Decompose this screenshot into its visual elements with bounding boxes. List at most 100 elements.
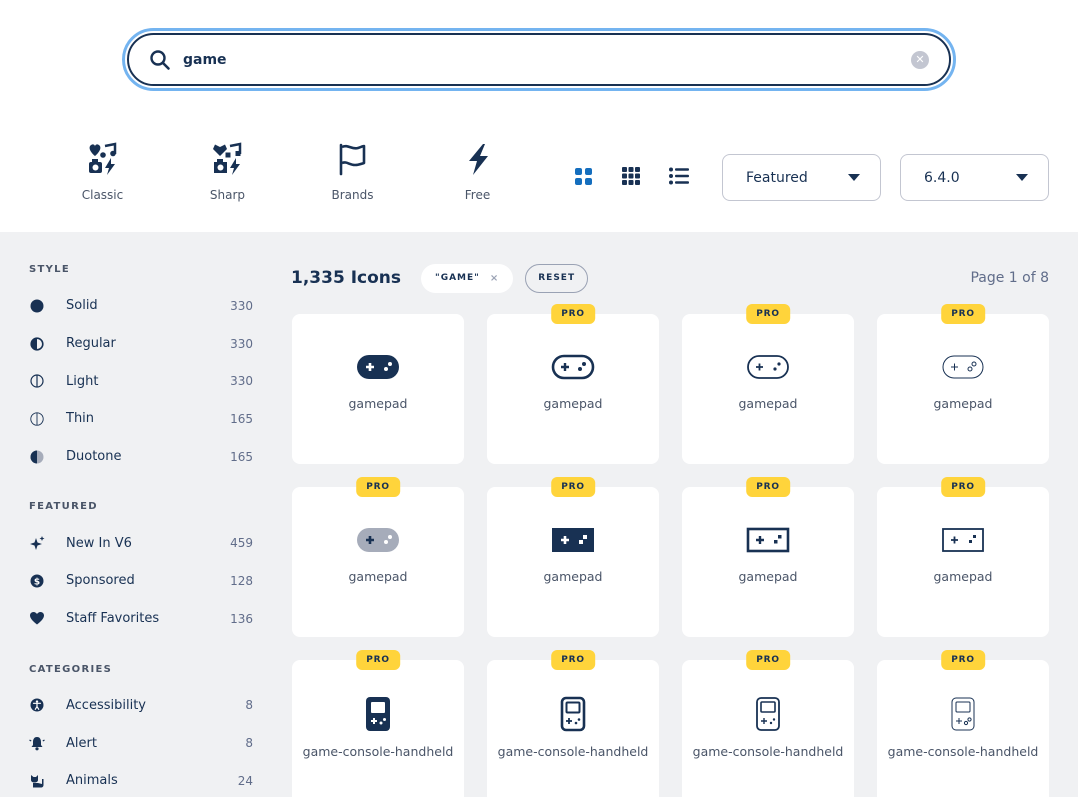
filter-duotone[interactable]: Duotone 165: [29, 438, 253, 476]
family-label: Sharp: [209, 188, 246, 202]
icon-name: game-console-handheld: [302, 744, 454, 759]
filter-count: 330: [230, 374, 253, 389]
filter-staff-favorites[interactable]: Staff Favorites 136: [29, 600, 253, 638]
filter-solid[interactable]: Solid 330: [29, 287, 253, 325]
sort-select-value: Featured: [746, 169, 808, 186]
family-sharp[interactable]: Sharp: [165, 142, 290, 202]
family-free[interactable]: Free: [415, 142, 540, 202]
family-classic[interactable]: Classic: [40, 142, 165, 202]
filter-accessibility[interactable]: Accessibility 8: [29, 687, 253, 725]
icon-card[interactable]: PRO gamepad: [487, 304, 659, 464]
version-select[interactable]: 6.4.0: [900, 154, 1049, 201]
pro-badge: PRO: [551, 477, 595, 497]
pro-badge: PRO: [941, 650, 985, 670]
icon-name: gamepad: [543, 396, 603, 411]
icon-card[interactable]: PRO gamepad: [487, 477, 659, 637]
filter-sponsored[interactable]: $ Sponsored 128: [29, 562, 253, 600]
filter-alert[interactable]: Alert 8: [29, 724, 253, 762]
icon-card[interactable]: PRO gamepad: [877, 477, 1049, 637]
caret-down-icon: [1016, 174, 1028, 181]
filter-label: Duotone: [66, 449, 122, 465]
version-select-value: 6.4.0: [924, 169, 960, 186]
large-grid-icon[interactable]: [573, 166, 593, 186]
filter-thin[interactable]: Thin 165: [29, 400, 253, 438]
circle-line-icon: [29, 373, 45, 389]
filter-count: 136: [230, 611, 253, 626]
icon-card[interactable]: PRO gamepad: [682, 477, 854, 637]
xmark-circle-icon[interactable]: ✕: [911, 50, 929, 69]
results-area: STYLE Solid 330 Regular 330 Light 330 Th…: [0, 232, 1078, 797]
icon-card[interactable]: gamepad: [292, 314, 464, 464]
reset-button[interactable]: RESET: [525, 263, 589, 293]
icon-card[interactable]: PRO game-console-handheld: [487, 650, 659, 797]
categories-filter-group: CATEGORIES Accessibility 8 Alert 8 Anima…: [29, 664, 253, 797]
gamepad-icon: [551, 350, 595, 384]
pro-badge: PRO: [941, 477, 985, 497]
family-filters: Classic Sharp Brands Free: [40, 142, 540, 202]
search-bar: ✕: [122, 28, 956, 91]
caret-down-icon: [848, 174, 860, 181]
icon-name: gamepad: [933, 396, 993, 411]
game-console-handheld-icon: [755, 696, 781, 732]
bell-icon: [29, 735, 45, 751]
pro-badge: PRO: [356, 650, 400, 670]
icon-grid: gamepad PRO gamepad PRO gamepad PRO game…: [292, 304, 1049, 797]
results-count: 1,335 Icons: [291, 268, 401, 288]
search-filter-chip[interactable]: "GAME" ×: [421, 263, 514, 293]
categories-heading: CATEGORIES: [29, 663, 113, 675]
search-icon: [149, 49, 171, 71]
icon-card[interactable]: PRO game-console-handheld: [292, 650, 464, 797]
list-icon[interactable]: [669, 166, 689, 186]
gamepad-icon: [746, 523, 790, 557]
icon-name: gamepad: [738, 396, 798, 411]
filter-count: 330: [230, 298, 253, 313]
gamepad-icon: [356, 523, 400, 557]
filter-label: New In V6: [66, 535, 132, 551]
filter-animals[interactable]: Animals 24: [29, 762, 253, 797]
icon-card[interactable]: PRO gamepad: [682, 304, 854, 464]
search-box[interactable]: ✕: [127, 33, 951, 86]
small-grid-icon[interactable]: [621, 166, 641, 186]
pro-badge: PRO: [746, 650, 790, 670]
icons-family-sharp-icon: [212, 142, 241, 175]
filter-count: 128: [230, 573, 253, 588]
filter-light[interactable]: Light 330: [29, 362, 253, 400]
filter-new-in-v6[interactable]: New In V6 459: [29, 524, 253, 562]
family-label: Brands: [331, 188, 374, 202]
filter-label: Thin: [66, 411, 95, 427]
icon-card[interactable]: PRO game-console-handheld: [877, 650, 1049, 797]
icon-name: gamepad: [933, 569, 993, 584]
icon-name: gamepad: [348, 569, 408, 584]
icon-name: gamepad: [348, 396, 408, 411]
filter-count: 330: [230, 336, 253, 351]
close-icon[interactable]: ×: [490, 273, 499, 284]
filter-label: Staff Favorites: [66, 611, 160, 627]
filter-regular[interactable]: Regular 330: [29, 325, 253, 363]
icons-family-icon: [88, 142, 116, 175]
svg-text:$: $: [34, 577, 40, 587]
search-input[interactable]: [183, 51, 911, 68]
pro-badge: PRO: [551, 650, 595, 670]
filter-count: 165: [230, 411, 253, 426]
icon-card[interactable]: PRO gamepad: [292, 477, 464, 637]
featured-heading: FEATURED: [29, 501, 98, 513]
circle-half-icon: [29, 336, 45, 352]
filter-count: 8: [245, 736, 253, 751]
featured-filter-group: FEATURED New In V6 459 $ Sponsored 128 S…: [29, 501, 253, 637]
family-brands[interactable]: Brands: [290, 142, 415, 202]
filter-label: Light: [66, 373, 99, 389]
circle-line-thin-icon: [29, 411, 45, 427]
icon-card[interactable]: PRO gamepad: [877, 304, 1049, 464]
sort-select[interactable]: Featured: [722, 154, 881, 201]
icon-name: gamepad: [543, 569, 603, 584]
gamepad-icon: [551, 523, 595, 557]
icon-name: gamepad: [738, 569, 798, 584]
filter-count: 8: [245, 698, 253, 713]
filter-label: Sponsored: [66, 573, 135, 589]
pro-badge: PRO: [746, 477, 790, 497]
icon-card[interactable]: PRO game-console-handheld: [682, 650, 854, 797]
dollar-circle-icon: $: [29, 573, 45, 589]
flag-icon: [339, 143, 365, 176]
sparkles-icon: [29, 535, 45, 551]
gamepad-icon: [941, 523, 985, 557]
